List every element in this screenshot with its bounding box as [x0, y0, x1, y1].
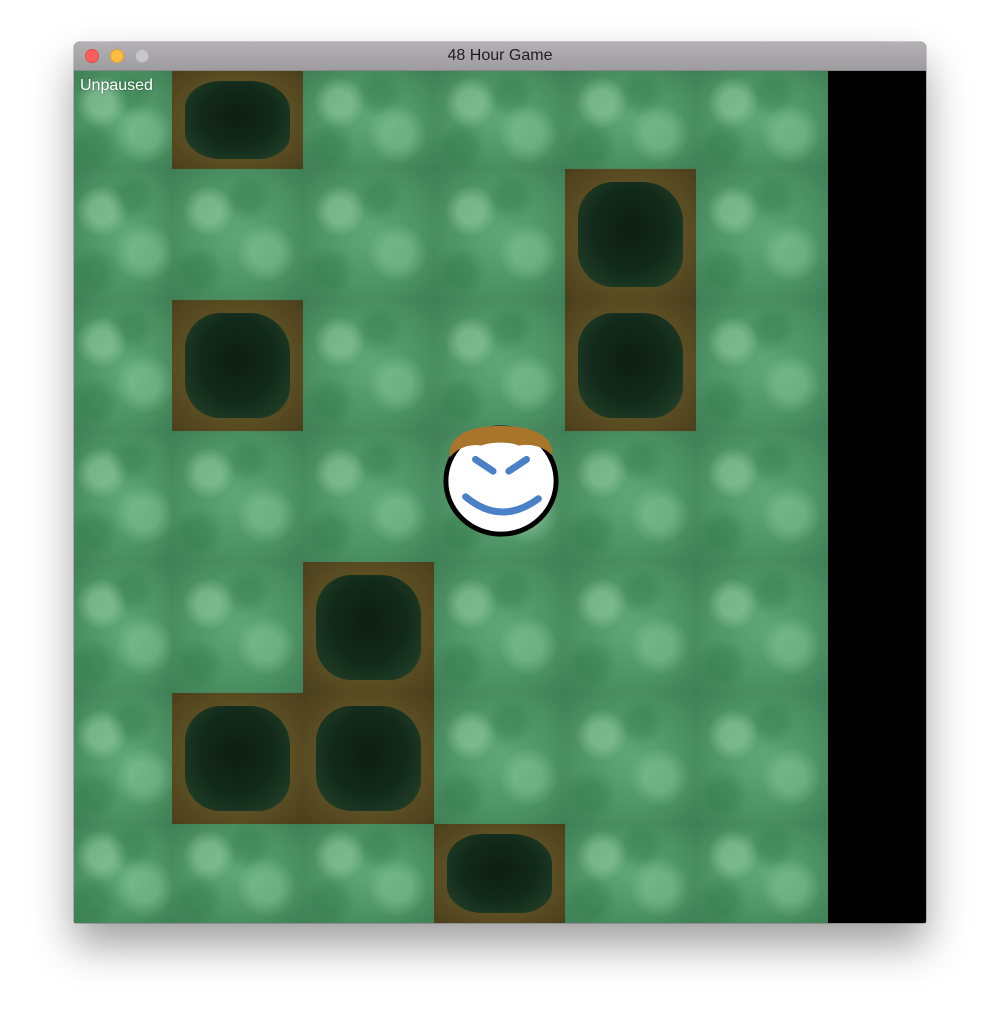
grass-tile: [696, 824, 828, 923]
grass-tile: [303, 431, 434, 562]
grass-tile: [565, 693, 696, 824]
grass-tile: [172, 169, 303, 300]
title-bar[interactable]: 48 Hour Game: [74, 42, 926, 71]
grass-tile: [434, 169, 565, 300]
pit-hole: [578, 182, 683, 287]
pit-tile: [434, 824, 565, 923]
pit-tile: [565, 169, 696, 300]
grass-tile: [74, 169, 172, 300]
grass-tile: [565, 71, 696, 169]
grass-tile: [696, 300, 828, 431]
grass-tile: [303, 169, 434, 300]
pit-hole: [316, 706, 421, 811]
grass-tile: [172, 431, 303, 562]
grass-tile: [696, 71, 828, 169]
grass-tile: [74, 300, 172, 431]
grass-tile: [303, 824, 434, 923]
pit-tile: [303, 693, 434, 824]
grass-tile: [434, 693, 565, 824]
pit-tile: [172, 300, 303, 431]
grass-tile: [696, 431, 828, 562]
pit-hole: [316, 575, 421, 680]
grass-tile: [696, 169, 828, 300]
grass-tile: [565, 824, 696, 923]
grass-tile: [434, 71, 565, 169]
window-title: 48 Hour Game: [447, 47, 553, 64]
game-window: 48 Hour Game Unpaused: [74, 42, 926, 923]
grass-tile: [696, 562, 828, 693]
pit-hole: [447, 833, 552, 914]
pit-tile: [172, 71, 303, 169]
grass-tile: [74, 431, 172, 562]
pit-tile: [172, 693, 303, 824]
grass-tile: [172, 562, 303, 693]
player-character: [442, 424, 559, 537]
grass-tile: [696, 693, 828, 824]
grass-tile: [303, 300, 434, 431]
game-viewport[interactable]: Unpaused: [74, 71, 926, 923]
grass-tile: [565, 562, 696, 693]
pit-hole: [185, 313, 290, 418]
pit-hole: [578, 313, 683, 418]
grass-tile: [565, 431, 696, 562]
pit-hole: [185, 80, 290, 160]
grass-tile: [303, 71, 434, 169]
grass-tile: [74, 562, 172, 693]
grass-tile: [434, 562, 565, 693]
pit-tile: [303, 562, 434, 693]
pit-tile: [565, 300, 696, 431]
grass-tile: [434, 300, 565, 431]
grass-tile: [74, 693, 172, 824]
pause-status: Unpaused: [80, 77, 153, 94]
pit-hole: [185, 706, 290, 811]
grass-tile: [172, 824, 303, 923]
grass-tile: [74, 824, 172, 923]
